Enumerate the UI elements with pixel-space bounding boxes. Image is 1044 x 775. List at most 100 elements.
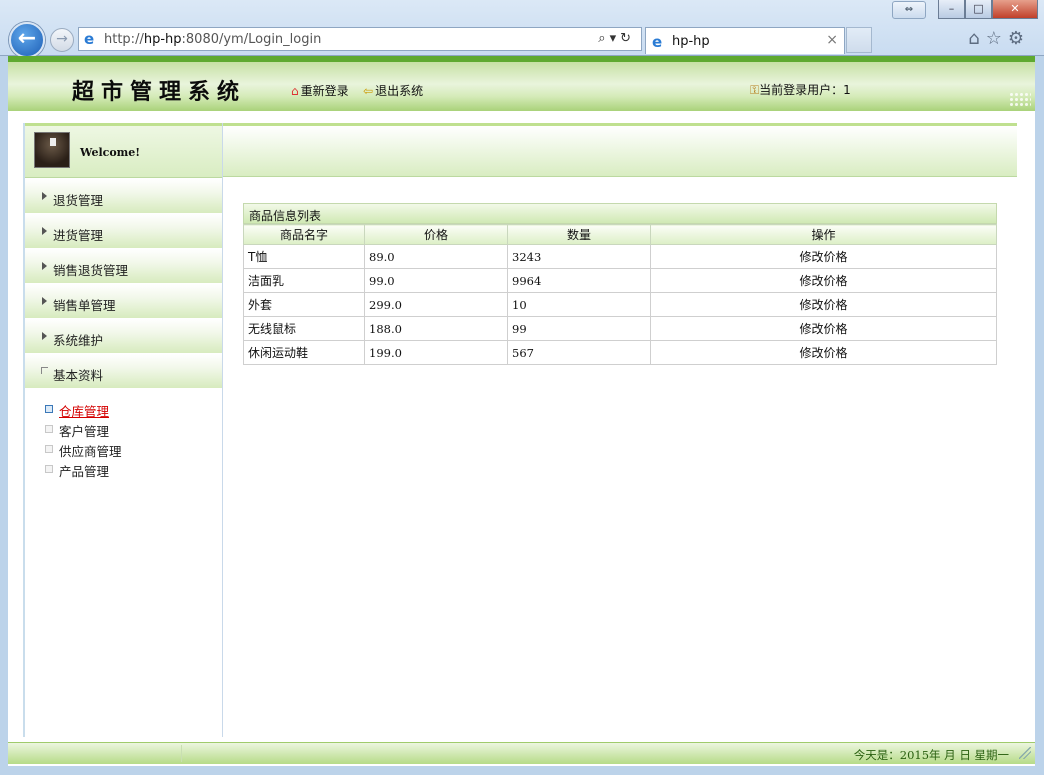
exit-icon: ⇦	[363, 84, 374, 98]
back-button[interactable]: ←	[9, 22, 45, 58]
bullet-icon	[45, 425, 53, 433]
table-header-row: 商品名字 价格 数量 操作	[243, 224, 997, 245]
minimize-button[interactable]: –	[938, 0, 965, 19]
current-user-label: 当前登录用户：1	[759, 83, 851, 97]
user-icon: ⚿	[750, 83, 760, 97]
cell-name: 洁面乳	[243, 268, 365, 293]
basic-data-submenu: 仓库管理 客户管理 供应商管理 产品管理	[25, 388, 222, 480]
edit-price-link[interactable]: 修改价格	[650, 340, 997, 365]
submenu-item-customer[interactable]: 客户管理	[25, 420, 222, 440]
expanded-icon	[41, 367, 48, 374]
column-header-action: 操作	[650, 224, 997, 245]
menu-label: 销售退货管理	[53, 263, 129, 278]
close-window-button[interactable]: ✕	[992, 0, 1038, 19]
cell-qty: 3243	[507, 244, 651, 269]
address-bar[interactable]: e http://hp-hp:8080/ym/Login_login ⌕▾↻	[78, 27, 642, 51]
edit-price-link[interactable]: 修改价格	[650, 292, 997, 317]
ie-tab-icon: e	[652, 33, 663, 51]
chevron-right-icon	[42, 332, 47, 340]
menu-label: 基本资料	[53, 368, 104, 383]
chevron-right-icon	[42, 262, 47, 270]
column-header-price: 价格	[364, 224, 508, 245]
submenu-item-warehouse[interactable]: 仓库管理	[25, 400, 222, 420]
welcome-text: Welcome!	[80, 146, 141, 159]
cell-name: 休闲运动鞋	[243, 340, 365, 365]
cell-price: 199.0	[364, 340, 508, 365]
table-row: 无线鼠标 188.0 99 修改价格	[243, 316, 997, 341]
menu-item-purchase[interactable]: 进货管理	[25, 213, 222, 248]
home-favorites-settings-icons[interactable]: ⌂☆⚙	[968, 28, 1030, 49]
relogin-link[interactable]: ⌂ 重新登录	[291, 82, 349, 99]
product-table-panel: 商品信息列表 商品名字 价格 数量 操作 T恤 89.0 3243 修改价格 洁…	[243, 203, 997, 365]
menu-item-system[interactable]: 系统维护	[25, 318, 222, 353]
bullet-icon	[45, 405, 53, 413]
search-refresh-icons[interactable]: ⌕▾↻	[598, 31, 635, 46]
app-logo: 超市管理系统	[72, 79, 247, 105]
menu-label: 退货管理	[53, 193, 104, 208]
status-footer: 今天是：2015年 月 日 星期一	[8, 742, 1035, 764]
window-controls: – □ ✕	[938, 0, 1038, 20]
chevron-right-icon	[42, 297, 47, 305]
submenu-label[interactable]: 产品管理	[59, 461, 109, 480]
menu-label: 销售单管理	[53, 298, 116, 313]
cell-qty: 567	[507, 340, 651, 365]
restore-tab-icon[interactable]: ⇔	[892, 1, 926, 19]
edit-price-link[interactable]: 修改价格	[650, 268, 997, 293]
page: 超市管理系统 ⌂ 重新登录 ⇦ 退出系统 ⚿当前登录用户：1 Welcome! 退货…	[8, 56, 1035, 766]
bullet-icon	[45, 445, 53, 453]
cell-qty: 99	[507, 316, 651, 341]
table-caption: 商品信息列表	[243, 203, 997, 224]
submenu-item-supplier[interactable]: 供应商管理	[25, 440, 222, 460]
cell-price: 299.0	[364, 292, 508, 317]
new-tab-button[interactable]	[846, 27, 872, 53]
url-text[interactable]: http://hp-hp:8080/ym/Login_login	[104, 32, 321, 47]
menu-label: 系统维护	[53, 333, 104, 348]
browser-chrome: ⇔ – □ ✕ ← → e http://hp-hp:8080/ym/Login…	[0, 0, 1044, 58]
app-header: 超市管理系统 ⌂ 重新登录 ⇦ 退出系统 ⚿当前登录用户：1	[8, 56, 1035, 111]
content-header-band	[223, 123, 1017, 177]
menu-item-return[interactable]: 退货管理	[25, 178, 222, 213]
resize-grip-icon[interactable]	[1019, 747, 1031, 759]
product-table: 商品名字 价格 数量 操作 T恤 89.0 3243 修改价格 洁面乳 99.0…	[243, 224, 997, 365]
cell-name: 外套	[243, 292, 365, 317]
menu-item-basic-data[interactable]: 基本资料	[25, 353, 222, 388]
cell-price: 99.0	[364, 268, 508, 293]
table-row: 休闲运动鞋 199.0 567 修改价格	[243, 340, 997, 365]
logout-label: 退出系统	[375, 84, 424, 98]
tab-title: hp-hp	[672, 34, 710, 49]
maximize-button[interactable]: □	[965, 0, 992, 19]
forward-button[interactable]: →	[50, 28, 74, 52]
table-row: 外套 299.0 10 修改价格	[243, 292, 997, 317]
current-user: ⚿当前登录用户：1	[750, 81, 851, 98]
cell-qty: 9964	[507, 268, 651, 293]
cell-price: 188.0	[364, 316, 508, 341]
table-row: T恤 89.0 3243 修改价格	[243, 244, 997, 269]
logout-link[interactable]: ⇦ 退出系统	[363, 82, 423, 99]
edit-price-link[interactable]: 修改价格	[650, 316, 997, 341]
bullet-icon	[45, 465, 53, 473]
menu-label: 进货管理	[53, 228, 104, 243]
footer-divider	[12, 745, 182, 762]
submenu-item-product[interactable]: 产品管理	[25, 460, 222, 480]
cell-name: 无线鼠标	[243, 316, 365, 341]
menu-item-sales-return[interactable]: 销售退货管理	[25, 248, 222, 283]
menu-item-sales-order[interactable]: 销售单管理	[25, 283, 222, 318]
column-header-name: 商品名字	[243, 224, 365, 245]
sidebar: Welcome! 退货管理 进货管理 销售退货管理 销售单管理 系统维护 基本资…	[23, 123, 223, 737]
chevron-right-icon	[42, 227, 47, 235]
edit-price-link[interactable]: 修改价格	[650, 244, 997, 269]
column-header-qty: 数量	[507, 224, 651, 245]
chevron-right-icon	[42, 192, 47, 200]
submenu-label[interactable]: 供应商管理	[59, 441, 122, 460]
submenu-label[interactable]: 客户管理	[59, 421, 109, 440]
footer-date: 今天是：2015年 月 日 星期一	[853, 748, 1009, 762]
decorative-dots	[1009, 92, 1031, 108]
table-row: 洁面乳 99.0 9964 修改价格	[243, 268, 997, 293]
avatar	[34, 132, 70, 168]
welcome-panel: Welcome!	[25, 123, 222, 178]
close-tab-icon[interactable]: ×	[826, 32, 838, 48]
cell-price: 89.0	[364, 244, 508, 269]
submenu-label[interactable]: 仓库管理	[59, 401, 109, 420]
cell-qty: 10	[507, 292, 651, 317]
browser-tab[interactable]: e hp-hp ×	[645, 27, 845, 54]
